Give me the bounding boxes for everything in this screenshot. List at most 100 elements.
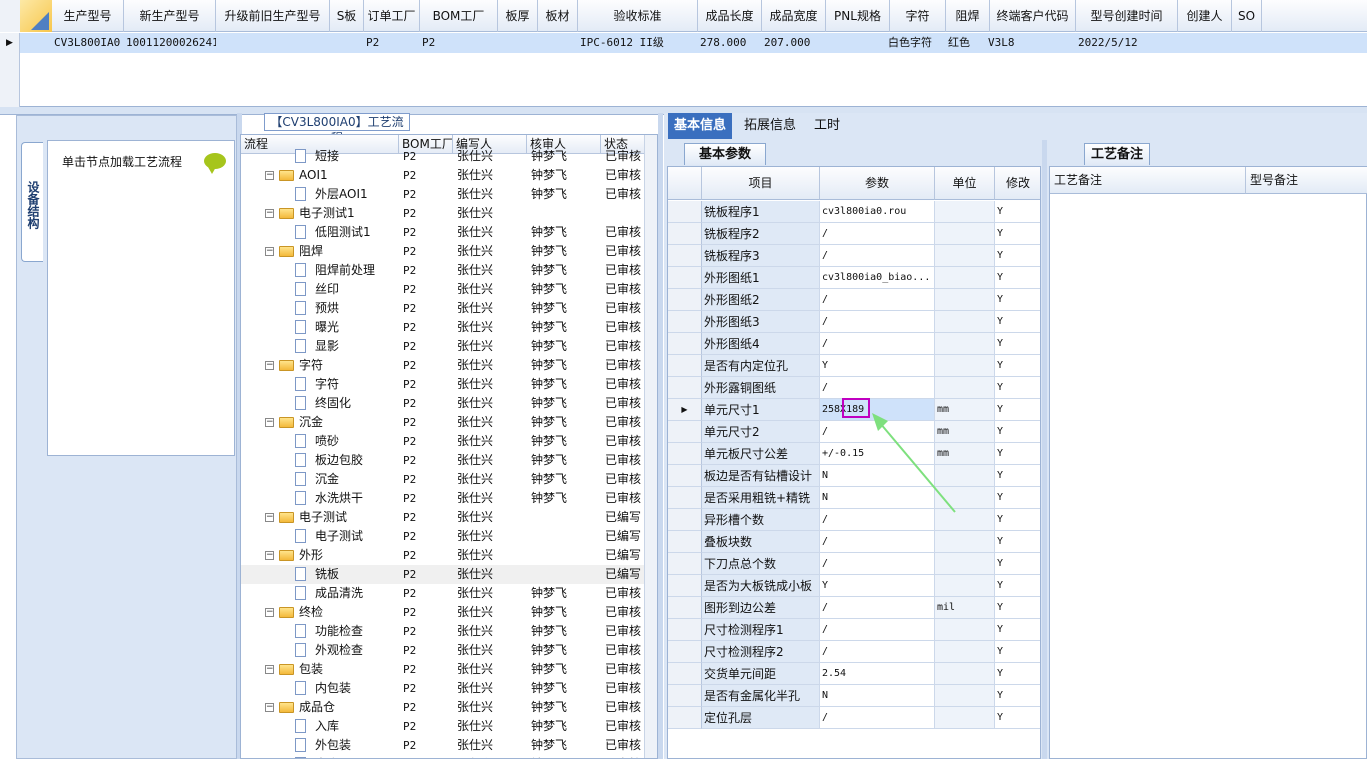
table-cell-7[interactable] [538,33,578,53]
param-value-field[interactable]: / [820,289,935,311]
tab-basic-params[interactable]: 基本参数 [684,143,766,165]
param-modify-flag[interactable]: Y [995,267,1040,289]
tree-row[interactable]: 内包装 P2 张仕兴 钟梦飞 已审核 [241,679,645,698]
collapse-icon[interactable]: − [265,418,274,427]
param-modify-flag[interactable]: Y [995,245,1040,267]
param-modify-flag[interactable]: Y [995,201,1040,223]
param-row[interactable]: 图形到边公差 / mil Y [668,597,1040,619]
column-header-3[interactable]: S板 [330,0,364,32]
param-value-field[interactable]: / [820,619,935,641]
collapse-icon[interactable]: − [265,665,274,674]
column-header-14[interactable]: 终端客户代码 [990,0,1076,32]
param-modify-flag[interactable]: Y [995,421,1040,443]
param-modify-flag[interactable]: Y [995,685,1040,707]
column-header-6[interactable]: 板厚 [498,0,538,32]
param-modify-flag[interactable]: Y [995,553,1040,575]
table-cell-16[interactable] [1178,33,1232,53]
tree-row[interactable]: 电子测试 P2 张仕兴 已编写 [241,527,645,546]
column-header-15[interactable]: 型号创建时间 [1076,0,1178,32]
param-modify-flag[interactable]: Y [995,663,1040,685]
param-value-field[interactable]: / [820,597,935,619]
tree-row[interactable]: − 阻焊 P2 张仕兴 钟梦飞 已审核 [241,242,645,261]
tree-row[interactable]: 曝光 P2 张仕兴 钟梦飞 已审核 [241,318,645,337]
table-cell-1[interactable]: 10011200026241 [124,33,216,53]
tree-row[interactable]: 预烘 P2 张仕兴 钟梦飞 已审核 [241,299,645,318]
param-modify-flag[interactable]: Y [995,443,1040,465]
tree-row[interactable]: 终固化 P2 张仕兴 钟梦飞 已审核 [241,394,645,413]
param-modify-flag[interactable]: Y [995,399,1040,421]
param-row[interactable]: 尺寸检测程序2/ Y [668,641,1040,663]
tree-row[interactable]: 外观检查 P2 张仕兴 钟梦飞 已审核 [241,641,645,660]
param-value-field[interactable]: / [820,531,935,553]
tree-row[interactable]: − 电子测试 P2 张仕兴 已编写 [241,508,645,527]
collapse-icon[interactable]: − [265,247,274,256]
param-value-field[interactable]: 2.54 [820,663,935,685]
grid-corner[interactable] [0,0,52,32]
table-cell-12[interactable]: 白色字符 [886,33,942,53]
tree-row[interactable]: 成品清洗 P2 张仕兴 钟梦飞 已审核 [241,584,645,603]
table-cell-5[interactable]: P2 [420,33,498,53]
table-cell-4[interactable]: P2 [364,33,420,53]
column-header-8[interactable]: 验收标准 [578,0,698,32]
params-corner[interactable] [668,167,702,200]
column-header-12[interactable]: 字符 [890,0,946,32]
tab-2[interactable]: 工时 [808,113,846,139]
param-row[interactable]: 是否有金属化半孔 N Y [668,685,1040,707]
tree-row[interactable]: − 沉金 P2 张仕兴 钟梦飞 已审核 [241,413,645,432]
tree-row[interactable]: − 外形 P2 张仕兴 已编写 [241,546,645,565]
param-row[interactable]: 外形露铜图纸 / Y [668,377,1040,399]
param-modify-flag[interactable]: Y [995,289,1040,311]
param-row[interactable]: 定位孔层 / Y [668,707,1040,729]
column-header-16[interactable]: 创建人 [1178,0,1232,32]
table-cell-14[interactable]: V3L8 [986,33,1072,53]
param-modify-flag[interactable]: Y [995,333,1040,355]
param-row[interactable]: 外形图纸2/ Y [668,289,1040,311]
param-value-field[interactable]: / [820,707,935,729]
tree-row[interactable]: 外包装 P2 张仕兴 钟梦飞 已审核 [241,736,645,755]
param-value-field[interactable]: / [820,333,935,355]
param-modify-flag[interactable]: Y [995,641,1040,663]
tree-row[interactable]: − AOI1 P2 张仕兴 钟梦飞 已审核 [241,166,645,185]
tree-row[interactable]: 铣板 P2 张仕兴 已编写 [241,565,645,584]
param-value-field[interactable]: / [820,311,935,333]
param-value-field[interactable]: / [820,377,935,399]
param-value-field[interactable]: Y [820,575,935,597]
params-column-header-2[interactable]: 单位 [935,167,995,200]
table-cell-9[interactable]: 278.000 [698,33,762,53]
param-row[interactable]: 异形槽个数 / Y [668,509,1040,531]
column-header-11[interactable]: PNL规格 [826,0,890,32]
param-value-field[interactable]: cv3l800ia0.rou [820,201,935,223]
param-value-field[interactable]: / [820,641,935,663]
param-row[interactable]: 外形图纸4/ Y [668,333,1040,355]
param-value-field[interactable]: cv3l800ia0_biao... [820,267,935,289]
param-row[interactable]: 单元板尺寸公差 +/-0.15 mm Y [668,443,1040,465]
param-row[interactable]: 外形图纸1 cv3l800ia0_biao... Y [668,267,1040,289]
param-modify-flag[interactable]: Y [995,465,1040,487]
param-modify-flag[interactable]: Y [995,575,1040,597]
table-cell-17[interactable] [1232,33,1262,53]
tree-row[interactable]: 水洗烘干 P2 张仕兴 钟梦飞 已审核 [241,489,645,508]
param-row[interactable]: 尺寸检测程序1/ Y [668,619,1040,641]
column-header-17[interactable]: SO [1232,0,1262,32]
params-column-header-1[interactable]: 参数 [820,167,935,200]
collapse-icon[interactable]: − [265,361,274,370]
tab-1[interactable]: 拓展信息 [738,113,802,139]
table-cell-15[interactable]: 2022/5/12 [1076,33,1178,53]
column-header-9[interactable]: 成品长度 [698,0,762,32]
remarks-column-header-1[interactable]: 型号备注 [1246,167,1367,194]
param-modify-flag[interactable]: Y [995,707,1040,729]
tree-row[interactable]: 阻焊前处理 P2 张仕兴 钟梦飞 已审核 [241,261,645,280]
table-cell-13[interactable]: 红色 [946,33,990,53]
table-cell-2[interactable] [216,33,330,53]
collapse-icon[interactable]: − [265,513,274,522]
tab-0[interactable]: 基本信息 [668,113,733,139]
collapse-icon[interactable]: − [265,209,274,218]
column-header-0[interactable]: 生产型号 [52,0,124,32]
column-header-10[interactable]: 成品宽度 [762,0,826,32]
tree-row[interactable]: 板边包胶 P2 张仕兴 钟梦飞 已审核 [241,451,645,470]
param-row[interactable]: 铣板程序2/ Y [668,223,1040,245]
collapse-icon[interactable]: − [265,171,274,180]
param-row[interactable]: 单元尺寸2/mm Y [668,421,1040,443]
tree-row[interactable]: 入库 P2 张仕兴 钟梦飞 已审核 [241,717,645,736]
table-cell-3[interactable] [330,33,364,53]
